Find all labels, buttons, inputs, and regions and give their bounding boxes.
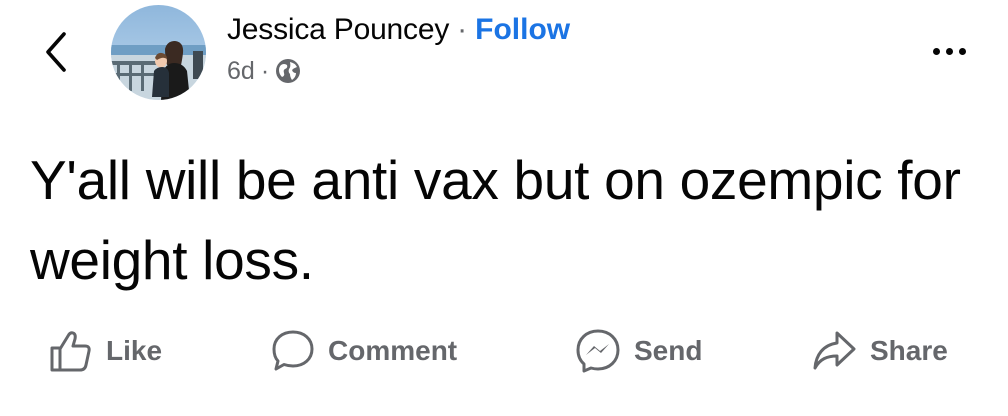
more-options-button[interactable]: [924, 36, 974, 66]
comment-bubble-icon: [270, 328, 316, 374]
follow-button[interactable]: Follow: [475, 10, 570, 50]
profile-photo: [111, 5, 206, 100]
chevron-left-icon: [46, 32, 66, 72]
send-label: Send: [634, 335, 703, 366]
more-dot: [958, 47, 966, 55]
action-bar: Like Comment Send Share: [0, 320, 1008, 382]
share-arrow-icon: [810, 328, 858, 374]
globe-icon: [276, 59, 301, 83]
more-dot: [945, 47, 953, 55]
meta-separator: ·: [260, 57, 270, 85]
like-label: Like: [106, 335, 163, 366]
post-header: Jessica Pouncey · Follow 6d ·: [227, 10, 570, 86]
post-text: Y'all will be anti vax but on ozempic fo…: [30, 149, 961, 291]
comment-label: Comment: [328, 335, 458, 366]
post-meta: 6d ·: [227, 56, 570, 86]
like-button[interactable]: Like: [48, 320, 162, 382]
author-name[interactable]: Jessica Pouncey: [227, 10, 449, 50]
send-button[interactable]: Send: [574, 320, 702, 382]
messenger-icon: [574, 327, 622, 375]
name-row: Jessica Pouncey · Follow: [227, 10, 570, 50]
avatar[interactable]: [111, 5, 206, 100]
comment-button[interactable]: Comment: [270, 320, 457, 382]
share-label: Share: [870, 335, 948, 366]
share-button[interactable]: Share: [810, 320, 948, 382]
back-button[interactable]: [38, 30, 74, 74]
more-dot: [932, 47, 940, 55]
name-separator: ·: [457, 13, 468, 46]
thumbs-up-icon: [48, 328, 94, 374]
post-time[interactable]: 6d: [227, 56, 255, 86]
